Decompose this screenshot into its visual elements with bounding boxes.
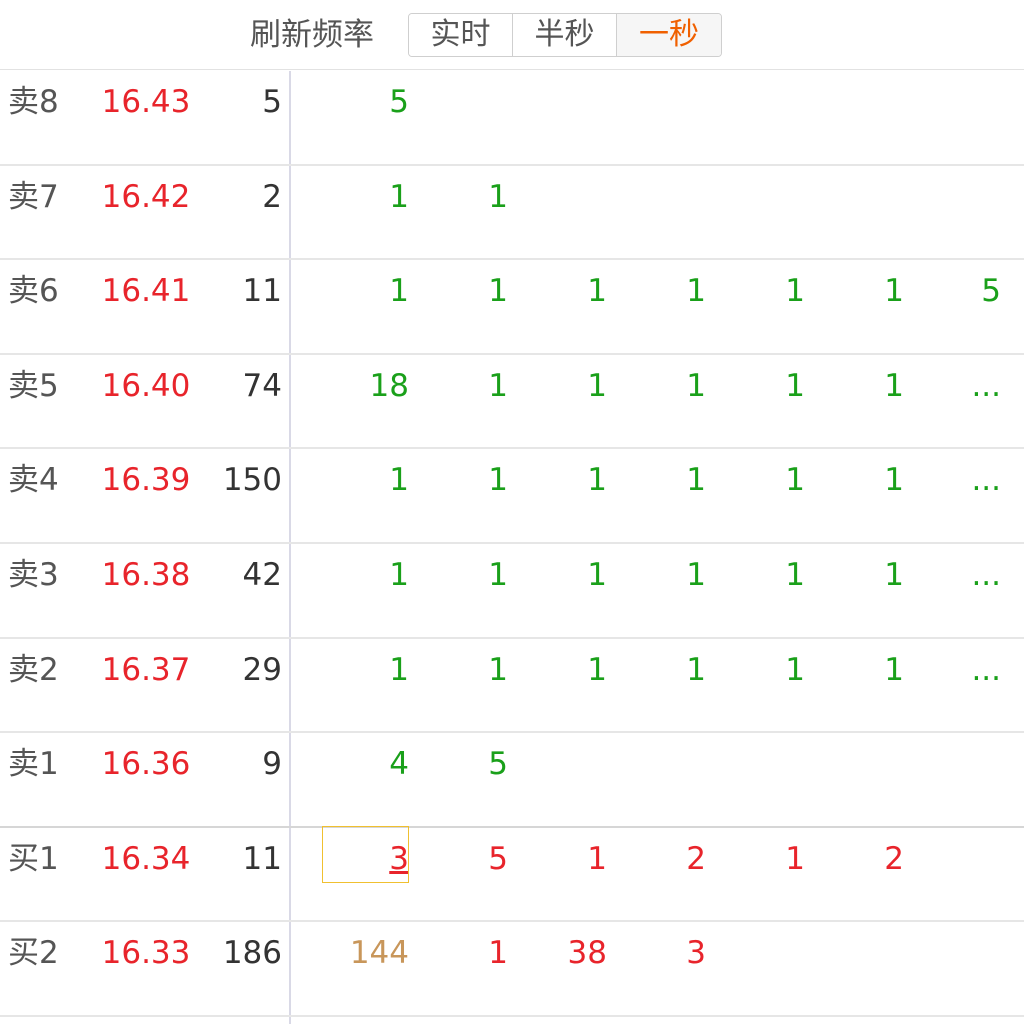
order-qty-cell: 1	[488, 651, 508, 688]
level-price: 16.36	[101, 746, 191, 783]
level-volume: 11	[242, 273, 282, 310]
sell-level-row[interactable]: 卖6 16.41 11 1 1 1 1 1 1 5	[0, 260, 1024, 355]
level-label: 卖5	[8, 367, 59, 404]
level-volume: 29	[242, 651, 282, 688]
order-qty-cell: 1	[389, 462, 409, 499]
order-qty-cell: 1	[785, 651, 805, 688]
order-qty-cell: 1	[785, 556, 805, 593]
order-qty-cell: 5	[488, 840, 508, 877]
level-price: 16.43	[101, 84, 191, 120]
order-qty-cell: 1	[686, 556, 706, 593]
order-qty-cell: 1	[587, 462, 607, 499]
order-qty-cell: 1	[389, 651, 409, 688]
order-qty-cell: 1	[587, 367, 607, 404]
more-orders-ellipsis[interactable]: ...	[911, 449, 1001, 541]
order-qty-cell: 1	[389, 178, 409, 215]
order-qty-cell: 1	[389, 273, 409, 310]
level-label: 卖6	[8, 273, 59, 310]
order-qty-cell: 1	[488, 935, 508, 972]
sell-level-row[interactable]: 卖2 16.37 29 1 1 1 1 1 1...	[0, 639, 1024, 734]
level-label: 卖8	[8, 84, 59, 120]
level-label: 卖7	[8, 178, 59, 215]
order-qty-cell: 5	[981, 273, 1001, 310]
order-qty-cell: 18	[369, 367, 409, 404]
level-label: 卖1	[8, 746, 59, 783]
order-qty-cell: 1	[884, 651, 904, 688]
order-qty-cell: 1	[884, 462, 904, 499]
level-price: 16.33	[101, 935, 191, 972]
refresh-rate-label: 刷新频率	[250, 17, 374, 53]
order-qty-cell: 1	[587, 840, 607, 877]
sell-level-row[interactable]: 卖1 16.36 9 4 5	[0, 733, 1024, 828]
order-qty-cell: 1	[488, 367, 508, 404]
order-qty-cell: 1	[884, 367, 904, 404]
order-qty-cell: 2	[686, 840, 706, 877]
refresh-rate-header: 刷新频率 实时 半秒 一秒	[0, 0, 1024, 70]
level-volume: 150	[222, 462, 282, 499]
option-realtime-button[interactable]: 实时	[409, 14, 513, 56]
level-price: 16.34	[101, 840, 191, 877]
level-price: 16.41	[101, 273, 191, 310]
order-qty-cell: 1	[488, 273, 508, 310]
order-qty-cell: 1	[488, 462, 508, 499]
order-qty-cell: 4	[389, 746, 409, 783]
more-orders-ellipsis[interactable]: ...	[911, 544, 1001, 636]
order-qty-cell: 1	[488, 556, 508, 593]
level-volume: 74	[242, 367, 282, 404]
order-qty-cell: 1	[686, 367, 706, 404]
level-volume: 2	[262, 178, 282, 215]
order-qty-cell: 1	[884, 556, 904, 593]
order-qty-cell: 1	[785, 367, 805, 404]
level-price: 16.39	[101, 462, 191, 499]
level-volume: 186	[222, 935, 282, 972]
sell-level-row[interactable]: 卖8 16.43 5 5	[0, 71, 1024, 166]
level-label: 卖4	[8, 462, 59, 499]
order-qty-cell: 2	[884, 840, 904, 877]
level-volume: 42	[242, 556, 282, 593]
buy-level-row[interactable]: 买2 16.33 186 144 1 38 3	[0, 922, 1024, 1017]
order-qty-cell: 1	[785, 462, 805, 499]
sell-level-row[interactable]: 卖4 16.39 150 1 1 1 1 1 1...	[0, 449, 1024, 544]
order-qty-cell: 1	[686, 651, 706, 688]
order-qty-cell: 1	[587, 273, 607, 310]
level-price: 16.38	[101, 556, 191, 593]
level-volume: 5	[262, 84, 282, 120]
level-volume: 9	[262, 746, 282, 783]
level-price: 16.37	[101, 651, 191, 688]
level-label: 买1	[8, 840, 59, 877]
level-label: 买2	[8, 935, 59, 972]
order-qty-cell: 1	[686, 273, 706, 310]
order-qty-cell: 1	[587, 651, 607, 688]
order-qty-cell: 38	[567, 935, 607, 972]
order-qty-cell: 3	[686, 935, 706, 972]
order-qty-cell: 1	[785, 273, 805, 310]
order-qty-cell: 144	[349, 935, 409, 972]
order-qty-cell: 1	[389, 556, 409, 593]
sell-level-row[interactable]: 卖5 16.40 74 18 1 1 1 1 1...	[0, 355, 1024, 450]
option-one-second-button[interactable]: 一秒	[617, 14, 721, 56]
level-price: 16.40	[101, 367, 191, 404]
sell-level-row[interactable]: 卖7 16.42 2 1 1	[0, 166, 1024, 261]
buy-level-row[interactable]: 买1 16.34 11 3 5 1 2 1 2	[0, 828, 1024, 923]
option-half-second-button[interactable]: 半秒	[513, 14, 617, 56]
level-price: 16.42	[101, 178, 191, 215]
order-book: 卖8 16.43 5 5 卖7 16.42 2 1 1 卖6 16.41 11 1 1 1 1 1 1 5 卖5 16.…	[0, 71, 1024, 1017]
order-qty-cell: 5	[389, 84, 409, 120]
level-volume: 11	[242, 840, 282, 877]
more-orders-ellipsis[interactable]: ...	[911, 639, 1001, 731]
order-qty-cell: 1	[884, 273, 904, 310]
order-qty-cell: 1	[587, 556, 607, 593]
order-qty-cell: 1	[785, 840, 805, 877]
level-label: 卖2	[8, 651, 59, 688]
selected-qty-highlight	[322, 826, 409, 883]
order-qty-cell: 1	[686, 462, 706, 499]
order-qty-cell: 5	[488, 746, 508, 783]
sell-level-row[interactable]: 卖3 16.38 42 1 1 1 1 1 1...	[0, 544, 1024, 639]
level-label: 卖3	[8, 556, 59, 593]
more-orders-ellipsis[interactable]: ...	[911, 355, 1001, 447]
order-qty-cell: 1	[488, 178, 508, 215]
refresh-rate-segmented-control: 实时 半秒 一秒	[408, 13, 722, 57]
